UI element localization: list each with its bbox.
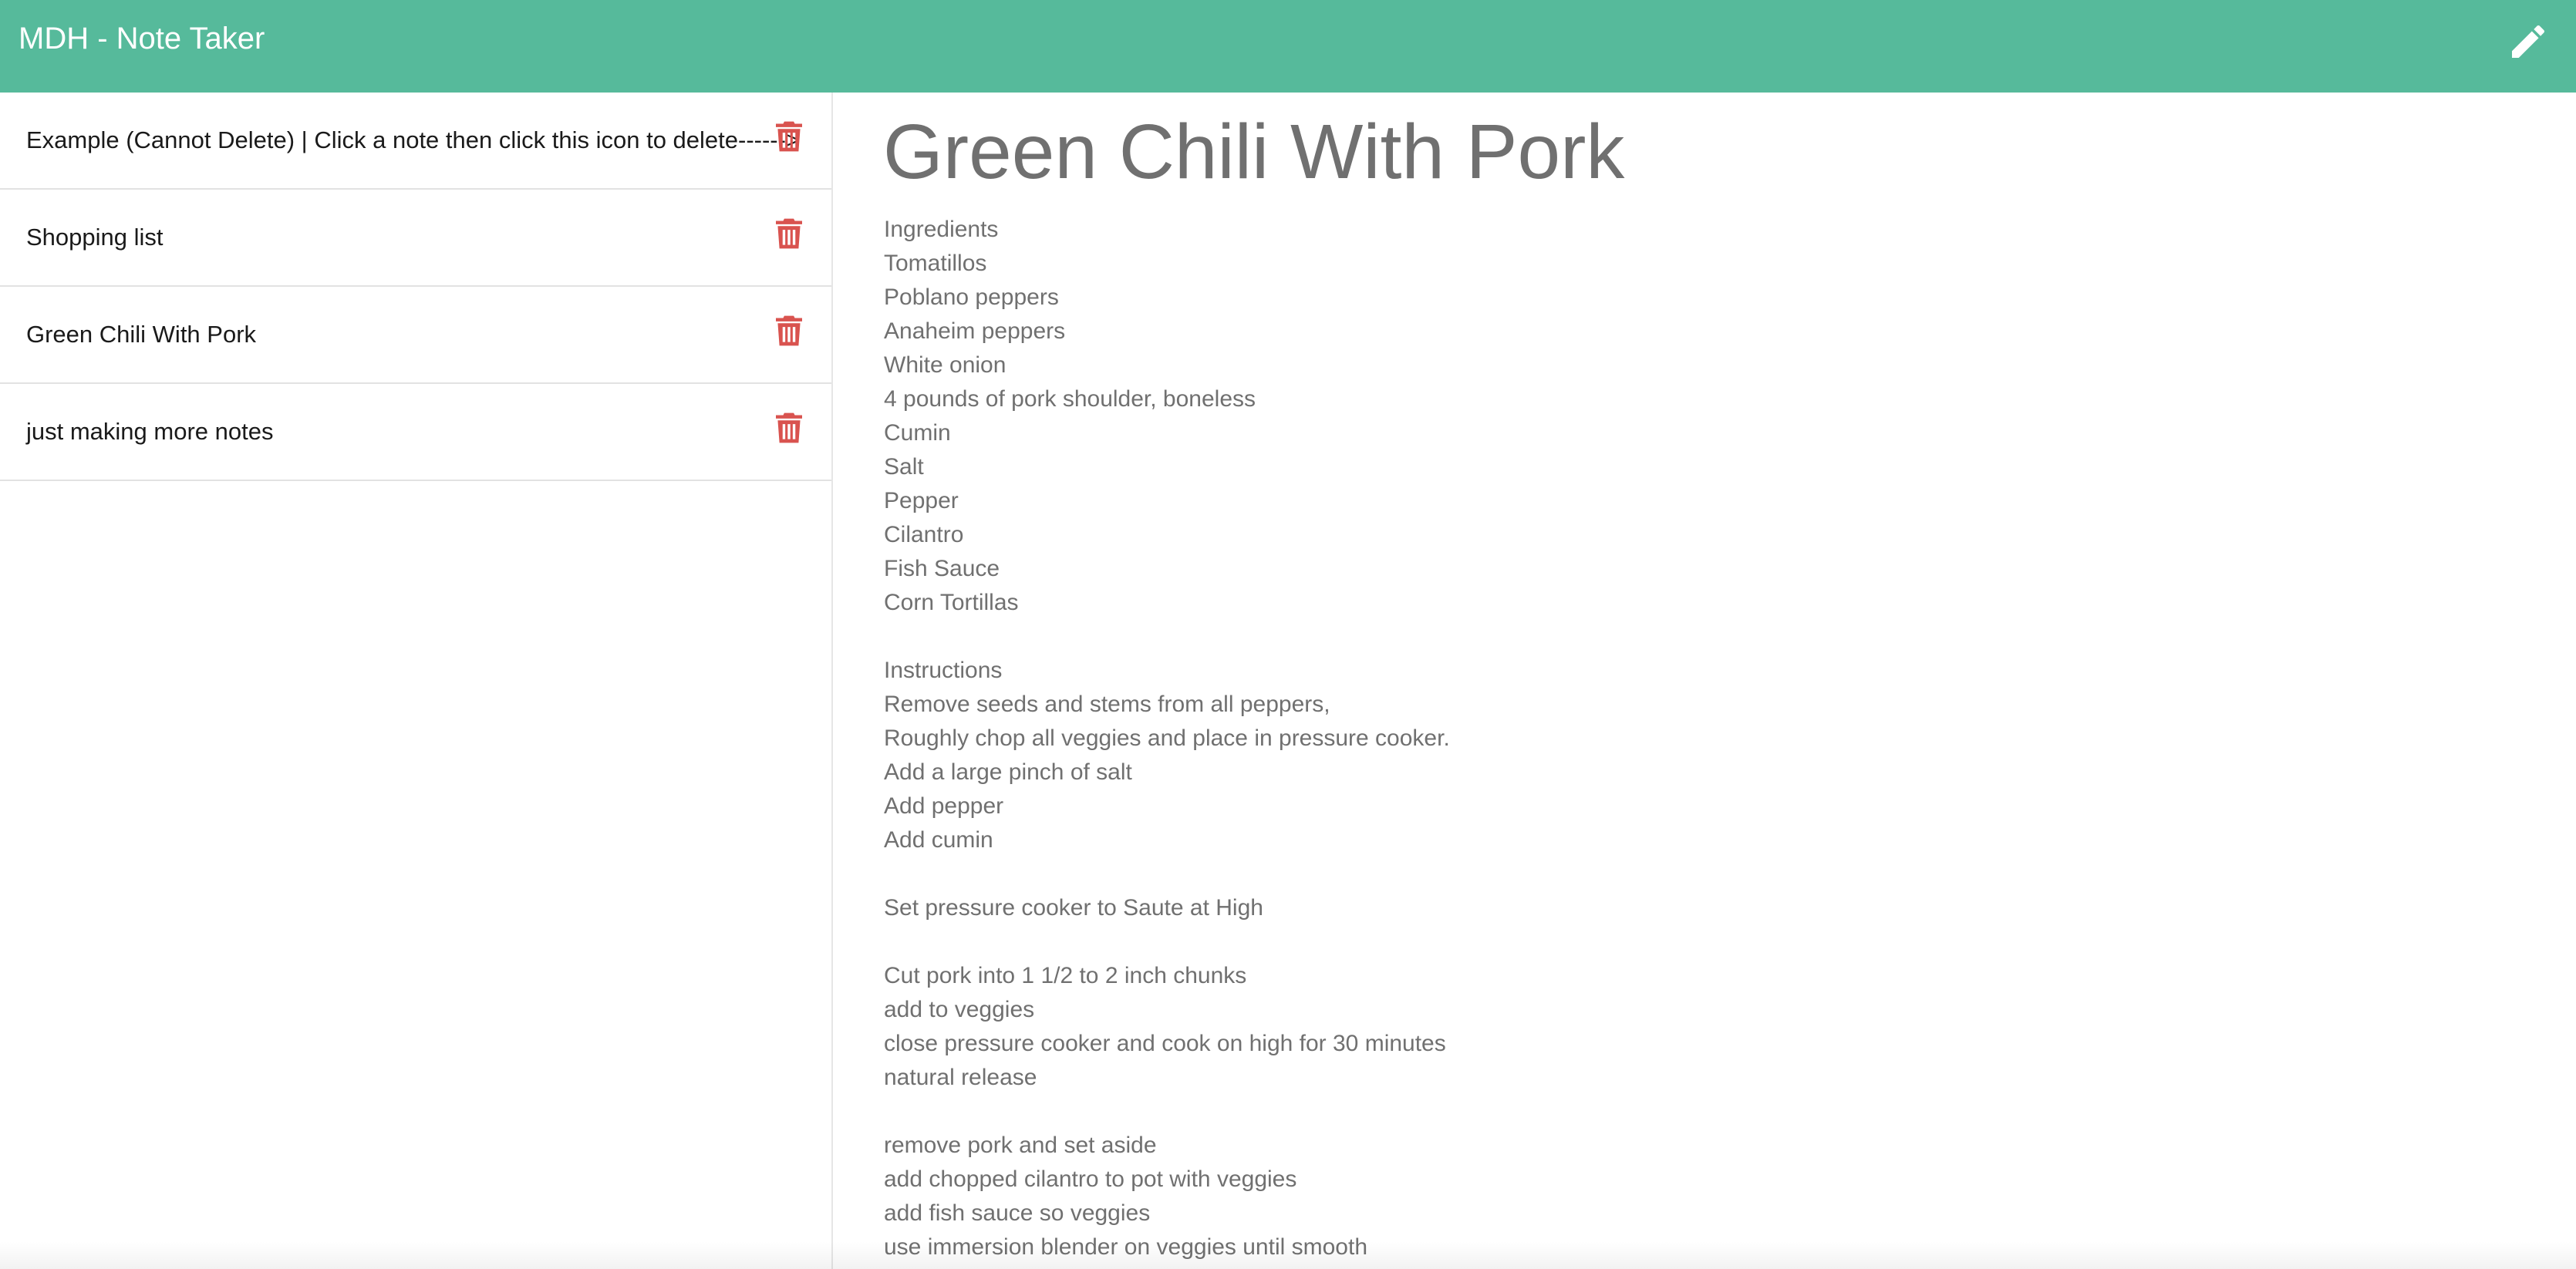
note-list-item-title: Example (Cannot Delete) | Click a note t…: [26, 126, 801, 153]
note-list-item-title: Green Chili With Pork: [26, 321, 257, 348]
note-list-item-shopping-list[interactable]: Shopping list: [0, 190, 831, 287]
note-list-item-title: Shopping list: [26, 224, 164, 251]
note-list: Example (Cannot Delete) | Click a note t…: [0, 93, 831, 481]
trash-icon[interactable]: [776, 412, 802, 444]
new-note-button[interactable]: [2507, 20, 2550, 63]
navbar: MDH - Note Taker: [0, 0, 2576, 93]
trash-icon[interactable]: [776, 217, 802, 250]
note-list-sidebar: Example (Cannot Delete) | Click a note t…: [0, 93, 833, 1269]
trash-icon[interactable]: [776, 120, 802, 153]
note-list-item-more-notes[interactable]: just making more notes: [0, 384, 831, 481]
note-list-item-green-chili[interactable]: Green Chili With Pork: [0, 287, 831, 384]
note-text-area[interactable]: Ingredients Tomatillos Poblano peppers A…: [884, 213, 2504, 1264]
note-list-item-example[interactable]: Example (Cannot Delete) | Click a note t…: [0, 93, 831, 190]
note-list-item-title: just making more notes: [26, 418, 274, 445]
trash-icon[interactable]: [776, 315, 802, 347]
note-title-field[interactable]: Green Chili With Pork: [883, 102, 1624, 202]
app-title[interactable]: MDH - Note Taker: [19, 20, 265, 57]
pencil-icon: [2512, 25, 2545, 58]
